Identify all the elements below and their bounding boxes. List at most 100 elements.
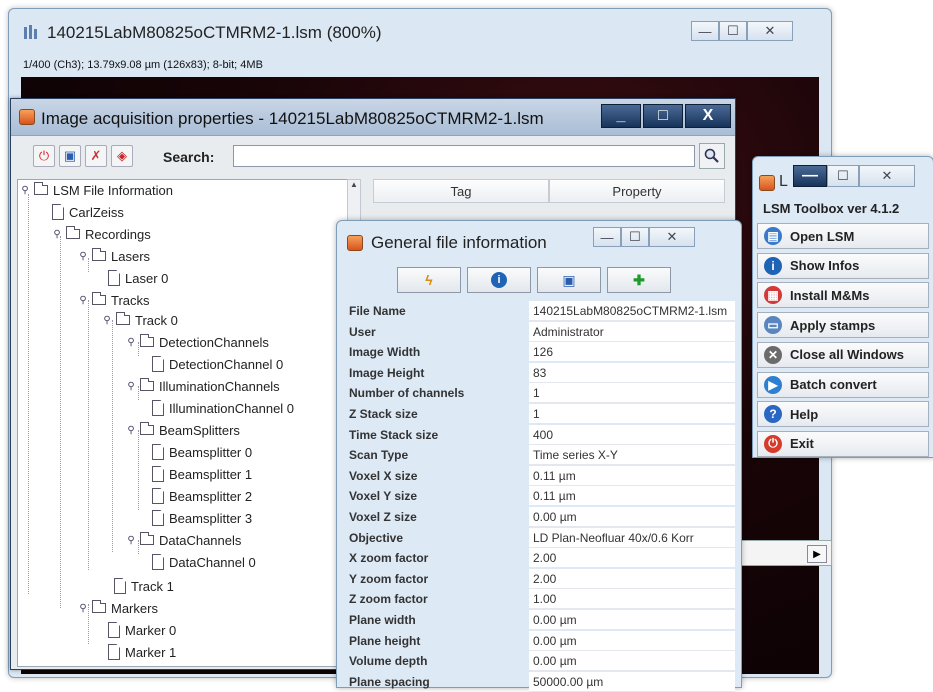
- close-button[interactable]: ✕: [859, 165, 915, 187]
- run-button[interactable]: ϟ: [397, 267, 461, 293]
- minimize-button[interactable]: —: [691, 21, 719, 41]
- tree-node-detection-channel0[interactable]: DetectionChannel 0: [152, 354, 283, 374]
- maximize-button[interactable]: ☐: [719, 21, 747, 41]
- tree-node-data-channels[interactable]: ⚲ DataChannels: [126, 530, 241, 550]
- search-input[interactable]: [233, 145, 695, 167]
- file-icon: [152, 356, 164, 372]
- field-value[interactable]: 0.11 µm: [529, 486, 735, 507]
- field-value[interactable]: 0.00 µm: [529, 630, 735, 651]
- folder-icon: [66, 226, 80, 239]
- field-label: Objective: [349, 530, 404, 545]
- tree-node-lasers[interactable]: ⚲ Lasers: [78, 246, 150, 266]
- scroll-up-arrow-icon[interactable]: ▲: [348, 180, 360, 189]
- toolbox-exit-button[interactable]: ⏻ Exit: [757, 430, 929, 457]
- tree-node-recordings[interactable]: ⚲ Recordings: [52, 224, 151, 244]
- power-icon[interactable]: ⏻: [33, 145, 55, 167]
- table-row: Voxel Y size 0.11 µm: [345, 486, 735, 507]
- toolbox-show-infos-button[interactable]: i Show Infos: [757, 252, 929, 279]
- save-button[interactable]: ▣: [537, 267, 601, 293]
- minimize-button[interactable]: —: [793, 165, 827, 187]
- tree-node-marker1[interactable]: Marker 1: [108, 642, 176, 662]
- field-label: Time Stack size: [349, 427, 439, 442]
- folder-icon: [140, 422, 154, 435]
- column-header-property[interactable]: Property: [549, 179, 725, 203]
- tree-node-illumination-channels[interactable]: ⚲ IlluminationChannels: [126, 376, 280, 396]
- tree-node-root[interactable]: ⚲ LSM File Information: [20, 180, 173, 200]
- image-horizontal-scrollbar[interactable]: ▶: [736, 540, 832, 566]
- tree-node-marker0[interactable]: Marker 0: [108, 620, 176, 640]
- field-value[interactable]: Administrator: [529, 321, 735, 342]
- toolbox-install-m-ms-button[interactable]: ▦ Install M&Ms: [757, 282, 929, 309]
- acquisition-title-bar[interactable]: Image acquisition properties - 140215Lab…: [11, 99, 735, 136]
- tree-node-beamsplitter1[interactable]: Beamsplitter 1: [152, 464, 252, 484]
- maximize-button[interactable]: □: [643, 104, 683, 128]
- tree-node-track1[interactable]: Track 1: [114, 576, 174, 596]
- tree-node-markers[interactable]: ⚲ Markers: [78, 598, 158, 618]
- field-value[interactable]: Time series X-Y: [529, 445, 735, 466]
- minimize-button[interactable]: —: [593, 227, 621, 247]
- field-value[interactable]: LD Plan-Neofluar 40x/0.6 Korr: [529, 527, 735, 548]
- tree-node-data-channel0[interactable]: DataChannel 0: [152, 552, 256, 572]
- add-button[interactable]: ✚: [607, 267, 671, 293]
- close-button[interactable]: ✕: [747, 21, 793, 41]
- tree-node-detection-channels[interactable]: ⚲ DetectionChannels: [126, 332, 269, 352]
- field-label: Image Width: [349, 345, 421, 360]
- field-value[interactable]: 50000.00 µm: [529, 671, 735, 692]
- tree-node-beamsplitter2[interactable]: Beamsplitter 2: [152, 486, 252, 506]
- maximize-button[interactable]: ☐: [827, 165, 859, 187]
- toolbox-batch-convert-button[interactable]: ▶ Batch convert: [757, 371, 929, 398]
- tree-node-beam-splitters[interactable]: ⚲ BeamSplitters: [126, 420, 240, 440]
- table-row: Voxel Z size 0.00 µm: [345, 507, 735, 527]
- file-icon: [152, 554, 164, 570]
- table-row: Objective LD Plan-Neofluar 40x/0.6 Korr: [345, 527, 735, 548]
- tree-node-carlzeiss[interactable]: CarlZeiss: [52, 202, 124, 222]
- maximize-button[interactable]: ☐: [621, 227, 649, 247]
- toolbox-apply-stamps-button[interactable]: ▭ Apply stamps: [757, 312, 929, 339]
- tree-node-beamsplitter0[interactable]: Beamsplitter 0: [152, 442, 252, 462]
- search-icon[interactable]: [699, 143, 725, 169]
- file-icon: [152, 444, 164, 460]
- field-value[interactable]: 0.00 µm: [529, 651, 735, 672]
- filter-icon[interactable]: ✗: [85, 145, 107, 167]
- acquisition-toolbar: ⏻ ▣ ✗ ◈: [17, 145, 133, 167]
- tree-node-beamsplitter3[interactable]: Beamsplitter 3: [152, 508, 252, 528]
- file-icon: [152, 510, 164, 526]
- field-value[interactable]: 1.00: [529, 589, 735, 610]
- batch-convert-icon: ▶: [764, 375, 782, 394]
- tree-node-track0[interactable]: ⚲ Track 0: [102, 310, 178, 330]
- tree-node-laser0[interactable]: Laser 0: [108, 268, 168, 288]
- field-value[interactable]: 0.00 µm: [529, 507, 735, 527]
- toolbox-help-button[interactable]: ? Help: [757, 401, 929, 428]
- field-value[interactable]: 2.00: [529, 548, 735, 569]
- folder-icon: [116, 312, 130, 325]
- toolbox-close-all-windows-button[interactable]: ✕ Close all Windows: [757, 341, 929, 368]
- column-header-tag[interactable]: Tag: [373, 179, 549, 203]
- field-value[interactable]: 0.11 µm: [529, 465, 735, 486]
- field-value[interactable]: 2.00: [529, 568, 735, 589]
- field-value[interactable]: 1: [529, 404, 735, 424]
- field-label: File Name: [349, 304, 406, 318]
- field-value[interactable]: 83: [529, 362, 735, 383]
- field-value[interactable]: 1: [529, 383, 735, 404]
- scroll-right-arrow-icon[interactable]: ▶: [807, 545, 827, 563]
- save-icon[interactable]: ▣: [59, 145, 81, 167]
- field-value[interactable]: 140215LabM80825oCTMRM2-1.lsm: [529, 301, 735, 321]
- field-label: Z Stack size: [349, 407, 418, 421]
- field-value[interactable]: 400: [529, 424, 735, 445]
- toolbox-open-lsm-button[interactable]: ▤ Open LSM: [757, 223, 929, 249]
- minimize-button[interactable]: _: [601, 104, 641, 128]
- export-icon[interactable]: ◈: [111, 145, 133, 167]
- exit-icon: ⏻: [764, 434, 782, 453]
- general-file-info-window: General file information — ☐ ✕ ϟ i ▣ ✚ F…: [336, 220, 742, 692]
- tree-node-illumination-channel0[interactable]: IlluminationChannel 0: [152, 398, 294, 418]
- field-value[interactable]: 0.00 µm: [529, 610, 735, 630]
- save-icon: ▣: [562, 271, 576, 288]
- close-button[interactable]: ✕: [649, 227, 695, 247]
- toolbox-item-label: Batch convert: [790, 377, 877, 392]
- field-label: Voxel X size: [349, 468, 418, 483]
- lsm-info-tree[interactable]: ⚲ LSM File Information CarlZeiss ⚲ Recordi…: [17, 179, 349, 667]
- field-value[interactable]: 126: [529, 342, 735, 363]
- info-button[interactable]: i: [467, 267, 531, 293]
- tree-node-tracks[interactable]: ⚲ Tracks: [78, 290, 150, 310]
- close-button[interactable]: X: [685, 104, 731, 128]
